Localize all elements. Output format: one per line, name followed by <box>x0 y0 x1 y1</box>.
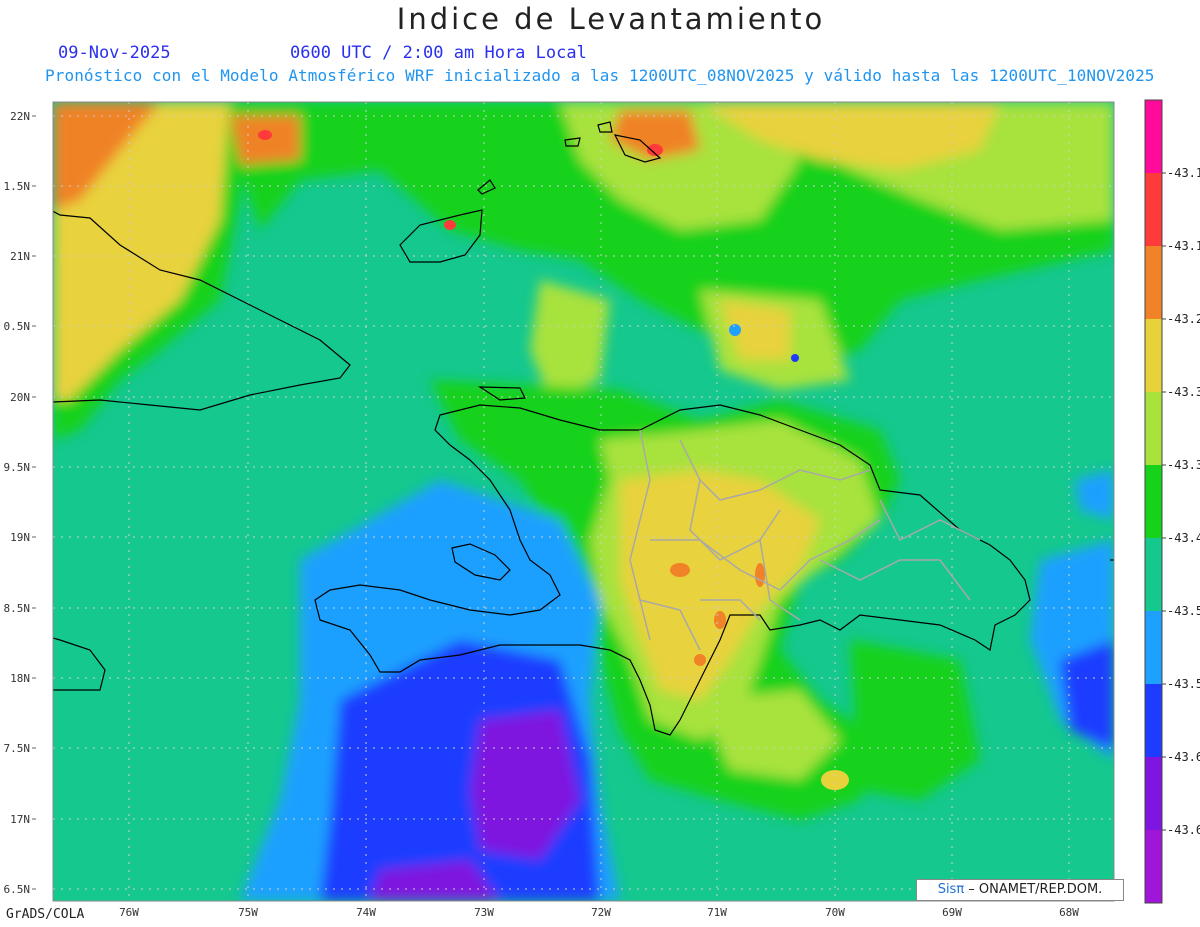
lat-label: 1.5N <box>4 180 31 193</box>
colorbar-swatch <box>1145 173 1162 246</box>
lat-label: 21N <box>10 250 30 263</box>
colorbar-label: -43.5 <box>1167 677 1200 691</box>
colorbar-swatch <box>1145 465 1162 538</box>
lat-label: 0.5N <box>4 320 31 333</box>
colorbar-swatch <box>1145 246 1162 319</box>
lon-label: 69W <box>942 906 962 919</box>
lat-label: 6.5N <box>4 883 31 896</box>
lat-ticks <box>32 115 36 890</box>
lat-label: 18N <box>10 672 30 685</box>
colorbar-label: -43.2 <box>1167 312 1200 326</box>
lat-label: 7.5N <box>4 742 31 755</box>
lat-label: 9.5N <box>4 461 31 474</box>
forecast-map: 22N 1.5N 21N 0.5N 20N 9.5N 19N 8.5N 18N … <box>4 99 1200 919</box>
colorbar-label: -43.1 <box>1167 166 1200 180</box>
lat-label: 8.5N <box>4 602 31 615</box>
colorbar-label: -43.5 <box>1167 604 1200 618</box>
lon-label: 73W <box>474 906 494 919</box>
onamet-stamp: Sisπ – ONAMET/REP.DOM. <box>916 879 1124 901</box>
colorbar-swatch <box>1145 100 1162 173</box>
colorbar-swatch <box>1145 538 1162 611</box>
grads-credit: GrADS/COLA <box>6 907 85 922</box>
lifted-index-field <box>53 102 1114 901</box>
lon-label: 70W <box>825 906 845 919</box>
lon-label: 68W <box>1059 906 1079 919</box>
colorbar-label: -43.6 <box>1167 750 1200 764</box>
lat-label: 20N <box>10 391 30 404</box>
stamp-text: – ONAMET/REP.DOM. <box>964 882 1103 897</box>
lat-label: 22N <box>10 110 30 123</box>
latitude-labels: 22N 1.5N 21N 0.5N 20N 9.5N 19N 8.5N 18N … <box>4 110 31 896</box>
colorbar-swatch <box>1145 392 1162 465</box>
colorbar-swatch <box>1145 611 1162 684</box>
lat-label: 19N <box>10 531 30 544</box>
colorbar-label: -43.1 <box>1167 239 1200 253</box>
colorbar-swatch <box>1145 319 1162 392</box>
longitude-labels: 76W 75W 74W 73W 72W 71W 70W 69W 68W <box>119 906 1079 919</box>
lon-label: 72W <box>591 906 611 919</box>
colorbar-label: -43.3 <box>1167 458 1200 472</box>
lon-label: 76W <box>119 906 139 919</box>
colorbar-swatch <box>1145 757 1162 830</box>
colorbar: -43.1 -43.1 -43.2 -43.3 -43.3 -43.4 -43.5 -43.5… <box>1144 99 1200 904</box>
colorbar-label: -43.3 <box>1167 385 1200 399</box>
lon-label: 71W <box>707 906 727 919</box>
colorbar-swatch <box>1145 830 1162 903</box>
stamp-brand: Sisπ <box>937 882 965 897</box>
colorbar-label: -43.4 <box>1167 531 1200 545</box>
colorbar-swatch <box>1145 684 1162 757</box>
colorbar-label: -43.6 <box>1167 823 1200 837</box>
lat-label: 17N <box>10 813 30 826</box>
lon-label: 74W <box>356 906 376 919</box>
lon-label: 75W <box>238 906 258 919</box>
